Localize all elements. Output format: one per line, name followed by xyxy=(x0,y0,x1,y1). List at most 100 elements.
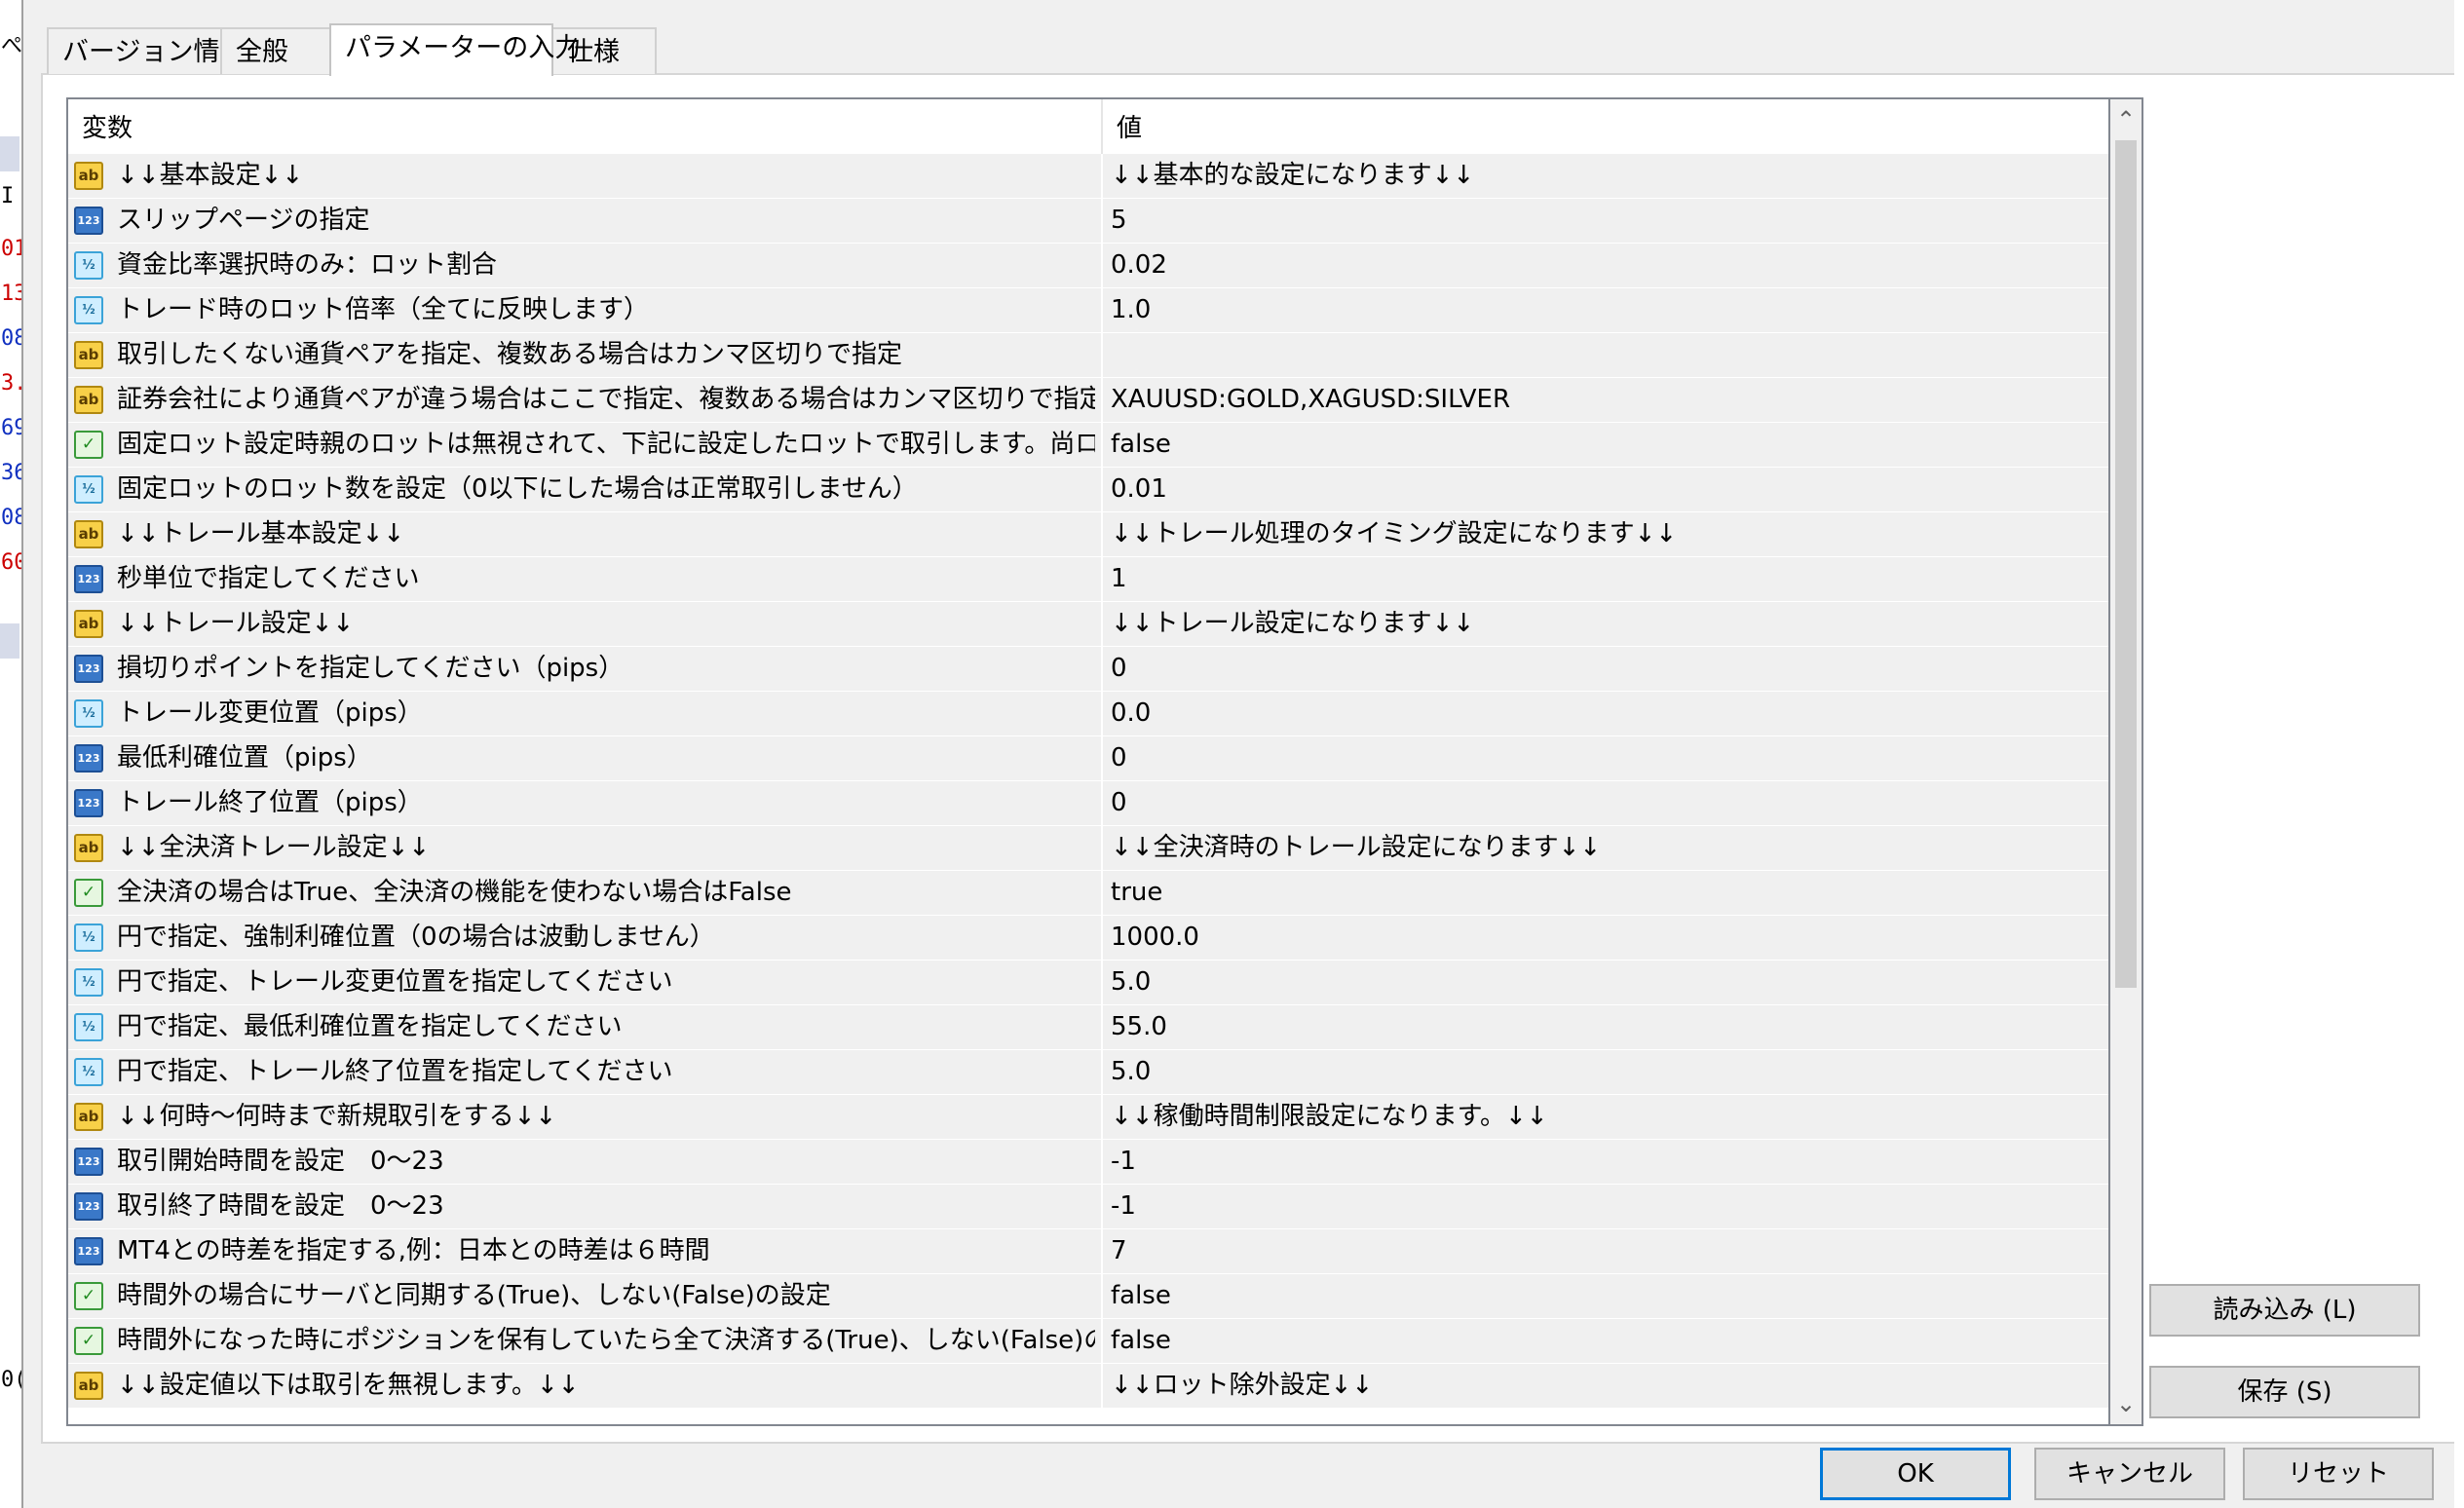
parameter-row[interactable]: ½ 固定ロットのロット数を設定（0以下にした場合は正常取引しません） 0.01 xyxy=(68,468,2108,512)
parameter-row[interactable]: ab ↓↓トレール基本設定↓↓ ↓↓トレール処理のタイミング設定になります↓↓ xyxy=(68,512,2108,557)
parameter-name-cell[interactable]: ✓ 固定ロット設定時親のロットは無視されて、下記に設定したロットで取引します。尚ロ… xyxy=(68,423,1101,467)
parameter-name-cell[interactable]: ½ 円で指定、強制利確位置（0の場合は波動しません） xyxy=(68,916,1101,960)
parameter-value-cell[interactable]: 7 xyxy=(1103,1229,2108,1273)
parameter-name-cell[interactable]: 123 取引終了時間を設定 0〜23 xyxy=(68,1185,1101,1228)
parameter-name-cell[interactable]: ab ↓↓基本設定↓↓ xyxy=(68,154,1101,198)
parameter-name-cell[interactable]: 123 トレール終了位置（pips） xyxy=(68,781,1101,825)
parameter-value-cell[interactable]: -1 xyxy=(1103,1185,2108,1228)
parameter-value[interactable]: 5.0 xyxy=(1111,961,2104,1004)
parameter-row[interactable]: ab ↓↓基本設定↓↓ ↓↓基本的な設定になります↓↓ xyxy=(68,154,2108,199)
parameter-name-cell[interactable]: ab ↓↓全決済トレール設定↓↓ xyxy=(68,826,1101,870)
column-header-value[interactable]: 値 xyxy=(1101,99,2108,154)
parameter-name-cell[interactable]: ✓ 全決済の場合はTrue、全決済の機能を使わない場合はFalse xyxy=(68,871,1101,915)
parameter-row[interactable]: ½ 円で指定、トレール変更位置を指定してください 5.0 xyxy=(68,961,2108,1005)
parameter-value[interactable]: 1.0 xyxy=(1111,288,2104,332)
tab-general[interactable]: 全般 xyxy=(220,27,331,74)
parameter-name-cell[interactable]: 123 最低利確位置（pips） xyxy=(68,736,1101,780)
parameter-name-cell[interactable]: ab 証券会社により通貨ペアが違う場合はここで指定、複数ある場合はカンマ区切りで指… xyxy=(68,378,1101,422)
parameter-value[interactable]: 1000.0 xyxy=(1111,916,2104,960)
parameter-row[interactable]: 123 取引開始時間を設定 0〜23 -1 xyxy=(68,1140,2108,1185)
parameter-value[interactable]: ↓↓全決済時のトレール設定になります↓↓ xyxy=(1111,826,2104,870)
parameter-row[interactable]: 123 スリップページの指定 5 xyxy=(68,199,2108,244)
parameter-value-cell[interactable]: 5.0 xyxy=(1103,961,2108,1004)
parameter-row[interactable]: ✓ 固定ロット設定時親のロットは無視されて、下記に設定したロットで取引します。尚ロ… xyxy=(68,423,2108,468)
parameter-value-cell[interactable]: 0.0 xyxy=(1103,692,2108,735)
parameter-value[interactable]: 0.01 xyxy=(1111,468,2104,511)
parameter-row[interactable]: 123 最低利確位置（pips） 0 xyxy=(68,736,2108,781)
parameter-row[interactable]: ½ 円で指定、トレール終了位置を指定してください 5.0 xyxy=(68,1050,2108,1095)
parameter-name-cell[interactable]: ½ 円で指定、最低利確位置を指定してください xyxy=(68,1005,1101,1049)
parameter-value-cell[interactable]: 0 xyxy=(1103,736,2108,780)
parameter-name-cell[interactable]: ✓ 時間外になった時にポジションを保有していたら全て決済する(True)、しない(… xyxy=(68,1319,1101,1363)
save-button[interactable]: 保存 (S) xyxy=(2149,1366,2420,1418)
parameter-value[interactable]: 0 xyxy=(1111,647,2104,691)
parameter-value[interactable]: 0 xyxy=(1111,736,2104,780)
parameter-value-cell[interactable]: ↓↓トレール処理のタイミング設定になります↓↓ xyxy=(1103,512,2108,556)
parameter-name-cell[interactable]: 123 スリップページの指定 xyxy=(68,199,1101,243)
parameter-value-cell[interactable]: ↓↓全決済時のトレール設定になります↓↓ xyxy=(1103,826,2108,870)
parameter-row[interactable]: ab ↓↓設定値以下は取引を無視します。↓↓ ↓↓ロット除外設定↓↓ xyxy=(68,1364,2108,1409)
scroll-up-icon[interactable]: ⌃ xyxy=(2110,101,2142,138)
parameter-value[interactable]: ↓↓稼働時間制限設定になります。↓↓ xyxy=(1111,1095,2104,1139)
parameter-value[interactable]: ↓↓ロット除外設定↓↓ xyxy=(1111,1364,2104,1408)
parameter-row[interactable]: ✓ 時間外の場合にサーバと同期する(True)、しない(False)の設定 fals… xyxy=(68,1274,2108,1319)
parameter-name-cell[interactable]: ½ 資金比率選択時のみ：ロット割合 xyxy=(68,244,1101,287)
parameter-row[interactable]: ab 取引したくない通貨ペアを指定、複数ある場合はカンマ区切りで指定 xyxy=(68,333,2108,378)
parameter-name-cell[interactable]: 123 取引開始時間を設定 0〜23 xyxy=(68,1140,1101,1184)
parameter-value-cell[interactable]: 0.01 xyxy=(1103,468,2108,511)
parameter-value[interactable]: ↓↓トレール処理のタイミング設定になります↓↓ xyxy=(1111,512,2104,556)
parameter-name-cell[interactable]: 123 MT4との時差を指定する,例：日本との時差は６時間 xyxy=(68,1229,1101,1273)
parameter-row[interactable]: 123 MT4との時差を指定する,例：日本との時差は６時間 7 xyxy=(68,1229,2108,1274)
parameter-value[interactable]: 5.0 xyxy=(1111,1050,2104,1094)
parameter-value-cell[interactable]: 0.02 xyxy=(1103,244,2108,287)
reset-button[interactable]: リセット xyxy=(2243,1448,2434,1500)
parameter-value-cell[interactable]: 5 xyxy=(1103,199,2108,243)
column-header-variable[interactable]: 変数 xyxy=(68,99,1101,154)
parameter-value[interactable]: ↓↓トレール設定になります↓↓ xyxy=(1111,602,2104,646)
parameter-name-cell[interactable]: ½ トレード時のロット倍率（全てに反映します） xyxy=(68,288,1101,332)
parameter-value-cell[interactable]: 0 xyxy=(1103,647,2108,691)
parameter-value[interactable]: -1 xyxy=(1111,1185,2104,1228)
parameter-name-cell[interactable]: ab ↓↓トレール設定↓↓ xyxy=(68,602,1101,646)
parameter-value[interactable]: -1 xyxy=(1111,1140,2104,1184)
parameter-value-cell[interactable]: ↓↓稼働時間制限設定になります。↓↓ xyxy=(1103,1095,2108,1139)
parameter-row[interactable]: ½ 円で指定、最低利確位置を指定してください 55.0 xyxy=(68,1005,2108,1050)
parameter-row[interactable]: ½ トレード時のロット倍率（全てに反映します） 1.0 xyxy=(68,288,2108,333)
parameter-value-cell[interactable]: false xyxy=(1103,423,2108,467)
parameter-row[interactable]: ✓ 時間外になった時にポジションを保有していたら全て決済する(True)、しない(… xyxy=(68,1319,2108,1364)
parameter-value-cell[interactable]: ↓↓ロット除外設定↓↓ xyxy=(1103,1364,2108,1408)
grid-vertical-scrollbar[interactable]: ⌃ ⌄ xyxy=(2110,97,2143,1426)
parameter-value[interactable]: 7 xyxy=(1111,1229,2104,1273)
parameter-value[interactable]: false xyxy=(1111,1319,2104,1363)
parameter-value[interactable]: 0.0 xyxy=(1111,692,2104,735)
parameter-value-cell[interactable]: false xyxy=(1103,1274,2108,1318)
parameter-value[interactable]: false xyxy=(1111,423,2104,467)
parameter-value[interactable]: 0 xyxy=(1111,781,2104,825)
parameter-value-cell[interactable]: 0 xyxy=(1103,781,2108,825)
parameter-value-cell[interactable]: 1.0 xyxy=(1103,288,2108,332)
parameter-row[interactable]: ab 証券会社により通貨ペアが違う場合はここで指定、複数ある場合はカンマ区切りで指… xyxy=(68,378,2108,423)
parameter-name-cell[interactable]: ½ 円で指定、トレール変更位置を指定してください xyxy=(68,961,1101,1004)
parameter-row[interactable]: 123 取引終了時間を設定 0〜23 -1 xyxy=(68,1185,2108,1229)
parameter-name-cell[interactable]: ab ↓↓何時〜何時まで新規取引をする↓↓ xyxy=(68,1095,1101,1139)
parameter-row[interactable]: ½ 資金比率選択時のみ：ロット割合 0.02 xyxy=(68,244,2108,288)
parameter-value[interactable]: false xyxy=(1111,1274,2104,1318)
parameter-name-cell[interactable]: ab ↓↓設定値以下は取引を無視します。↓↓ xyxy=(68,1364,1101,1408)
parameter-value[interactable]: 0.02 xyxy=(1111,244,2104,287)
parameter-value-cell[interactable]: false xyxy=(1103,1319,2108,1363)
parameter-value-cell[interactable]: ↓↓基本的な設定になります↓↓ xyxy=(1103,154,2108,198)
ok-button[interactable]: OK xyxy=(1820,1448,2011,1500)
parameter-value-cell[interactable]: 1 xyxy=(1103,557,2108,601)
parameter-value-cell[interactable]: 1000.0 xyxy=(1103,916,2108,960)
parameter-value[interactable]: 5 xyxy=(1111,199,2104,243)
parameter-value-cell[interactable] xyxy=(1103,333,2108,377)
parameter-row[interactable]: ✓ 全決済の場合はTrue、全決済の機能を使わない場合はFalse true xyxy=(68,871,2108,916)
parameter-row[interactable]: ½ トレール変更位置（pips） 0.0 xyxy=(68,692,2108,736)
parameter-value-cell[interactable]: true xyxy=(1103,871,2108,915)
parameter-value[interactable]: true xyxy=(1111,871,2104,915)
parameter-value-cell[interactable]: -1 xyxy=(1103,1140,2108,1184)
scroll-down-icon[interactable]: ⌄ xyxy=(2110,1385,2142,1422)
parameter-row[interactable]: ab ↓↓何時〜何時まで新規取引をする↓↓ ↓↓稼働時間制限設定になります。↓↓ xyxy=(68,1095,2108,1140)
parameter-value[interactable]: 55.0 xyxy=(1111,1005,2104,1049)
parameter-value-cell[interactable]: ↓↓トレール設定になります↓↓ xyxy=(1103,602,2108,646)
